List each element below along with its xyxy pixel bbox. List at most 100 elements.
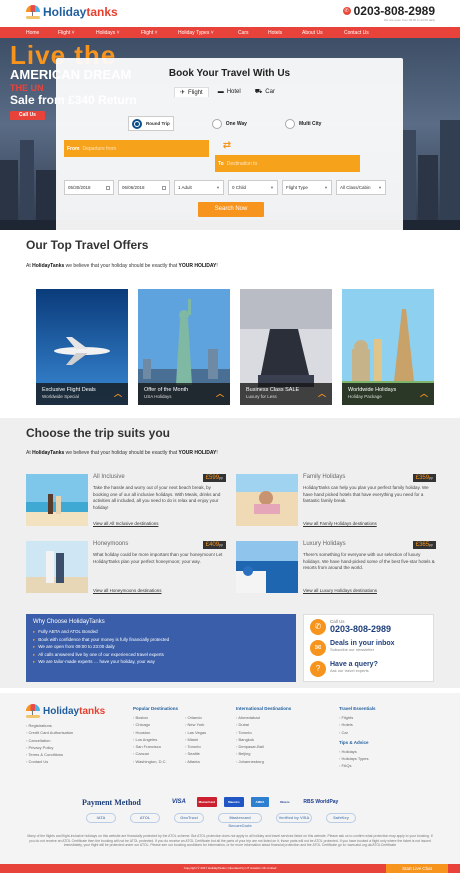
contact-newsletter[interactable]: ✉ Deals in your inbox Subscribe our newsl… — [310, 640, 395, 656]
amex-logo: AMEX — [250, 797, 269, 807]
booking-tabs: ✈ Flight ▬ Hotel ⛟ Car — [174, 87, 280, 97]
offer-card[interactable]: Business Class SALE Luxury for Less ︿ — [240, 289, 332, 405]
from-input[interactable]: From Departure from — [64, 140, 209, 157]
search-now-button[interactable]: Search Now — [198, 202, 264, 217]
family-beach-image — [236, 474, 298, 526]
iata-logo: IATA — [86, 813, 116, 823]
nav-hotels[interactable]: Hotels — [268, 30, 302, 36]
return-date-input[interactable]: 06/06/2018 — [118, 180, 170, 195]
payment-title: Payment Method — [82, 797, 141, 807]
arrow-right-icon: ▸ — [33, 644, 36, 649]
trip-type-group: Round Trip One Way Multi City — [128, 116, 359, 131]
trip-name: Honeymoons — [93, 541, 129, 547]
trip-link[interactable]: View all Family Holidays destinations — [303, 521, 377, 526]
nav-holiday-types[interactable]: Holiday Types ˅ — [178, 30, 238, 36]
chevron-up-icon: ︿ — [318, 389, 326, 398]
nav-flight[interactable]: Flight ˅ — [58, 30, 96, 36]
booking-title: Book Your Travel With Us — [168, 68, 291, 79]
nav-contact-us[interactable]: Contact Us — [344, 30, 369, 36]
radio-multi-city[interactable]: Multi City — [284, 116, 321, 131]
geotrust-logo: GeoTrust — [174, 813, 204, 823]
why-point: ▸ Fully ABTA and ATOL Bonded — [33, 629, 98, 634]
tab-car[interactable]: ⛟ Car — [250, 87, 280, 97]
trips-title: Choose the trip suits you — [26, 426, 171, 440]
footer-popular-destinations: Popular Destinations Boston Chicago Hous… — [133, 706, 206, 765]
contact-box: ✆ Call Us 0203-808-2989 ✉ Deals in your i… — [303, 614, 434, 682]
hero-tagline: THE UN — [10, 83, 44, 93]
main-nav: Home Flight ˅ Holidays ˅ Flight ˅ Holida… — [0, 27, 460, 38]
chevron-down-icon: ▼ — [378, 185, 382, 190]
certification-logos: IATA ATOL GeoTrust Mastercard SecureCode… — [86, 813, 356, 828]
nav-holidays[interactable]: Holidays ˅ — [96, 30, 141, 36]
nav-home[interactable]: Home — [26, 30, 58, 36]
chevron-up-icon: ︿ — [420, 389, 428, 398]
tab-flight[interactable]: ✈ Flight — [174, 87, 209, 97]
live-chat-button[interactable]: Start Live Chat — [386, 864, 448, 873]
adults-select[interactable]: 1 Adult ▼ — [174, 180, 224, 195]
trip-name: Family Holidays — [303, 474, 346, 480]
footer-link[interactable]: Terms & Conditions — [26, 751, 73, 758]
mastercard-securecode-logo: Mastercard SecureCode — [218, 813, 262, 828]
header-phone-number: 0203-808-2989 — [353, 4, 435, 18]
trip-price-badge: £365pp — [412, 541, 436, 549]
why-choose-box: Why Choose HolidayTanks ▸ Fully ABTA and … — [26, 614, 296, 682]
footer-link[interactable]: Cancellation — [26, 737, 73, 744]
trip-name: All Inclusive — [93, 474, 125, 480]
calendar-icon — [106, 185, 110, 190]
site-logo[interactable]: Holidaytanks — [26, 5, 118, 19]
trip-price-badge: £599pp — [202, 474, 226, 482]
chevron-down-icon: ▼ — [216, 185, 220, 190]
offer-card[interactable]: Offer of the Month USA Holidays ︿ — [138, 289, 230, 405]
mastercard-logo: MasterCard — [196, 797, 217, 807]
flight-type-select[interactable]: Flight Type ▼ — [282, 180, 332, 195]
header-phone[interactable]: ✆ 0203-808-2989 We are open from 09:00 to… — [342, 4, 435, 22]
atol-logo: ATOL — [130, 813, 160, 823]
phone-icon: ✆ — [342, 7, 351, 15]
contact-query[interactable]: ? Have a query? Ask our travel experts — [310, 661, 378, 677]
offers-title: Our Top Travel Offers — [26, 238, 149, 252]
why-point: ▸ Book with confidence that your money is… — [33, 636, 170, 642]
logo-text: Holidaytanks — [43, 5, 118, 19]
hero-call-us-button[interactable]: Call Us — [10, 111, 45, 120]
visa-logo: VISA — [171, 799, 186, 805]
offer-card[interactable]: Worldwide Holidays Holiday Package ︿ — [342, 289, 434, 405]
contact-call[interactable]: ✆ Call Us 0203-808-2989 — [310, 619, 391, 635]
calendar-icon — [162, 185, 166, 190]
safekey-logo: SafeKey — [326, 813, 356, 823]
children-select[interactable]: 0 Child ▼ — [228, 180, 278, 195]
trip-price-badge: £359pp — [412, 474, 436, 482]
footer-international-destinations: International Destinations Ahmedabad Dub… — [236, 706, 291, 765]
trip-link[interactable]: View all All Inclusive destinations — [93, 521, 158, 526]
booking-panel: Book Your Travel With Us ✈ Flight ▬ Hotel … — [56, 58, 403, 232]
cabin-select[interactable]: All Class/Cabin ▼ — [336, 180, 386, 195]
nav-flight-2[interactable]: Flight ˅ — [141, 30, 178, 36]
footer-link[interactable]: Privacy Policy — [26, 744, 73, 751]
rbs-worldpay-logo: RBS WorldPay — [303, 799, 339, 805]
to-input[interactable]: To Destination to — [215, 155, 360, 172]
santorini-image — [236, 541, 298, 593]
atol-legal-text: Many of the flights and flight-inclusive… — [27, 834, 433, 848]
offer-card[interactable]: Exclusive Flight Deals Worldwide Special… — [36, 289, 128, 405]
trips-intro: At HolidayTanks we believe that your hol… — [26, 450, 218, 456]
footer-link[interactable]: Credit Card Authorisation — [26, 729, 73, 736]
tab-hotel[interactable]: ▬ Hotel — [213, 87, 246, 97]
footer-link[interactable]: Registrations — [26, 722, 73, 729]
arrow-right-icon: ▸ — [33, 651, 36, 657]
swap-arrows-icon[interactable]: ⇄ — [219, 141, 235, 155]
footer-logo[interactable]: Holidaytanks — [26, 704, 105, 718]
radio-round-trip[interactable]: Round Trip — [128, 116, 174, 131]
booking-options-row: 05/30/2018 06/06/2018 1 Adult ▼ 0 Child ▼ … — [64, 180, 386, 195]
depart-date-input[interactable]: 05/30/2018 — [64, 180, 114, 195]
footer-link[interactable]: Contact Us — [26, 758, 73, 765]
trip-description: What holiday could be more important tha… — [93, 552, 223, 564]
chevron-down-icon: ▼ — [270, 185, 274, 190]
trip-description: Take the hassle and worry out of your ne… — [93, 485, 221, 510]
radio-one-way[interactable]: One Way — [211, 116, 247, 131]
trip-link[interactable]: View all Honeymoons destinations — [93, 588, 161, 593]
nav-about-us[interactable]: About Us — [302, 30, 344, 36]
nav-cars[interactable]: Cars — [238, 30, 268, 36]
trip-link[interactable]: View all Luxury Holidays destinations — [303, 588, 377, 593]
beach-couple-image — [26, 474, 88, 526]
diners-logo: Diners — [280, 800, 290, 804]
car-icon: ⛟ — [254, 89, 263, 95]
